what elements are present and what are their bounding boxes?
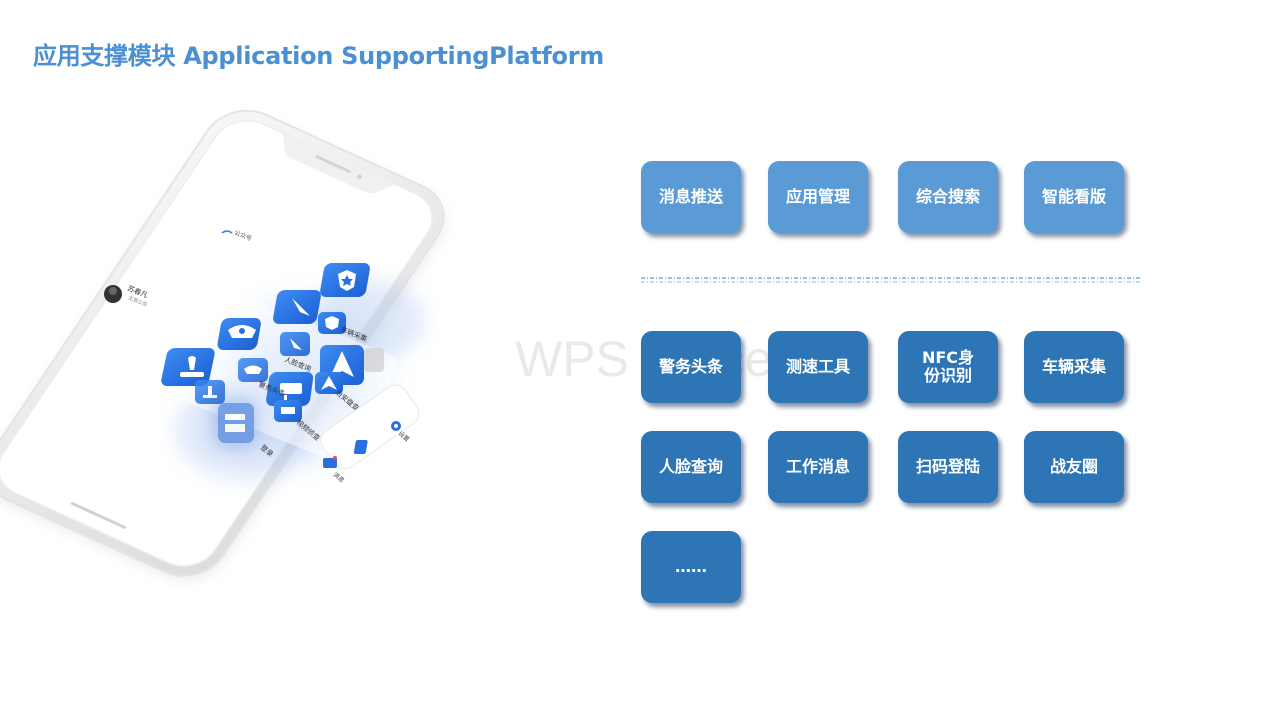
- police-cap-icon: [217, 318, 261, 350]
- tile-label: 智能看版: [1041, 187, 1106, 206]
- tile-label: 工作消息: [785, 457, 850, 476]
- police-badge-icon: [320, 263, 370, 297]
- tile-label: 测速工具: [785, 357, 850, 376]
- tile-label: NFC身份识别: [921, 348, 975, 385]
- tile-label: 扫码登陆: [915, 457, 980, 476]
- tile-label: 战友圈: [1049, 457, 1098, 476]
- tile-speed-tool[interactable]: 测速工具: [768, 331, 868, 403]
- tile-label: 人脸查询: [658, 457, 723, 476]
- tile-nfc-id[interactable]: NFC身份识别: [898, 331, 998, 403]
- tile-police-headlines[interactable]: 警务头条: [641, 331, 741, 403]
- gear-icon: [391, 421, 401, 431]
- tile-label: 车辆采集: [1041, 357, 1106, 376]
- tile-comrade-circle[interactable]: 战友圈: [1024, 431, 1124, 503]
- book-icon: [353, 440, 368, 454]
- section-divider: [641, 277, 1141, 283]
- small-cap-icon: [238, 358, 268, 382]
- triangle-icon: [280, 332, 310, 356]
- tile-app-management[interactable]: 应用管理: [768, 161, 868, 233]
- tile-label: ……: [675, 557, 707, 576]
- slide: 应用支撑模块 Application SupportingPlatform 苏春…: [0, 0, 1280, 720]
- tile-vehicle-collect[interactable]: 车辆采集: [1024, 331, 1124, 403]
- tile-label: 应用管理: [785, 187, 850, 206]
- tile-work-message[interactable]: 工作消息: [768, 431, 868, 503]
- tile-label: 警务头条: [658, 357, 723, 376]
- tile-face-query[interactable]: 人脸查询: [641, 431, 741, 503]
- tile-integrated-search[interactable]: 综合搜索: [898, 161, 998, 233]
- small-camera-icon: [274, 400, 302, 422]
- tile-message-push[interactable]: 消息推送: [641, 161, 741, 233]
- tile-label: 综合搜索: [915, 187, 980, 206]
- tile-scan-login[interactable]: 扫码登陆: [898, 431, 998, 503]
- printer-icon: [215, 400, 255, 446]
- tile-more[interactable]: ……: [641, 531, 741, 603]
- navigate-icon: [273, 290, 321, 324]
- tile-label: 消息推送: [658, 187, 723, 206]
- tile-smart-dashboard[interactable]: 智能看版: [1024, 161, 1124, 233]
